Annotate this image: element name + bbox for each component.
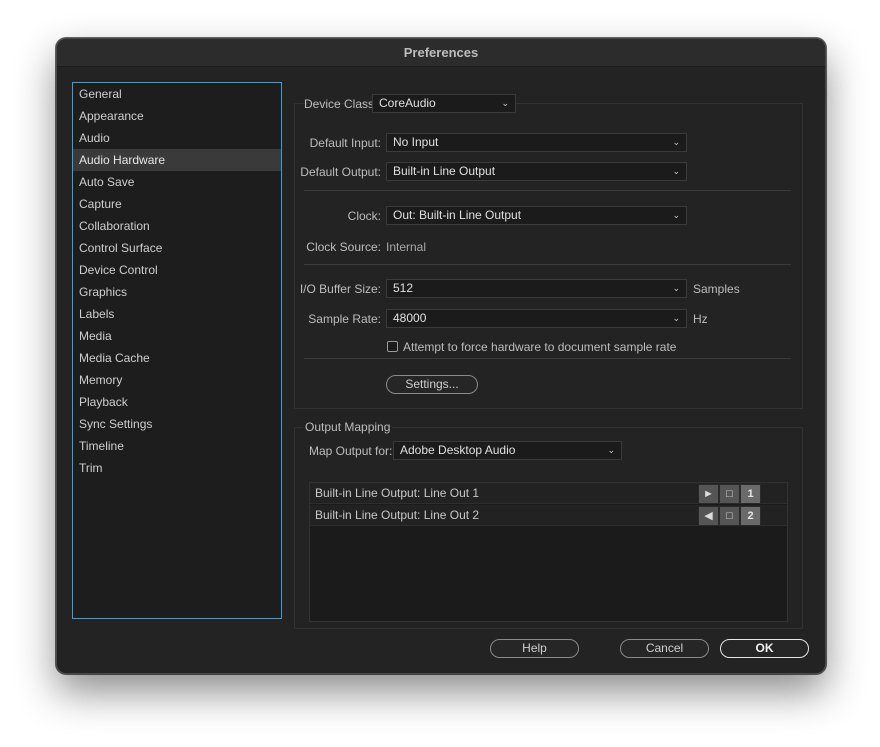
output-mapping-title: Output Mapping	[303, 420, 393, 434]
window-title: Preferences	[57, 39, 825, 67]
device-class-value: CoreAudio	[379, 96, 436, 110]
chevron-down-icon: ⌄	[672, 210, 680, 220]
sidebar-item-labels[interactable]: Labels	[73, 303, 281, 325]
help-button[interactable]: Help	[490, 639, 579, 658]
sidebar-item-media[interactable]: Media	[73, 325, 281, 347]
speaker-left-icon[interactable]: ►	[698, 484, 719, 504]
device-class-label: Device Class:	[304, 97, 378, 111]
output-mapping-list: Built-in Line Output: Line Out 1 ► □ 1 B…	[309, 482, 788, 622]
sample-rate-unit-label: Hz	[693, 312, 708, 326]
sidebar-item-media-cache[interactable]: Media Cache	[73, 347, 281, 369]
sidebar-item-audio[interactable]: Audio	[73, 127, 281, 149]
default-output-select[interactable]: Built-in Line Output ⌄	[386, 162, 687, 181]
chevron-down-icon: ⌄	[672, 137, 680, 147]
chevron-down-icon: ⌄	[672, 313, 680, 323]
sidebar-item-collaboration[interactable]: Collaboration	[73, 215, 281, 237]
sidebar-item-timeline[interactable]: Timeline	[73, 435, 281, 457]
separator	[304, 264, 791, 265]
sidebar-item-general[interactable]: General	[73, 83, 281, 105]
ok-button[interactable]: OK	[720, 639, 809, 658]
channel-box-icon[interactable]: □	[719, 484, 740, 504]
preferences-sidebar: General Appearance Audio Audio Hardware …	[72, 82, 282, 619]
default-input-label: Default Input:	[309, 136, 381, 150]
sidebar-item-device-control[interactable]: Device Control	[73, 259, 281, 281]
chevron-down-icon: ⌄	[672, 166, 680, 176]
chevron-down-icon: ⌄	[501, 98, 509, 108]
sidebar-item-audio-hardware[interactable]: Audio Hardware	[73, 149, 281, 171]
map-output-for-select[interactable]: Adobe Desktop Audio ⌄	[393, 441, 622, 460]
force-sample-rate-checkbox[interactable]	[387, 341, 398, 352]
sidebar-item-auto-save[interactable]: Auto Save	[73, 171, 281, 193]
sample-rate-value: 48000	[393, 311, 427, 325]
device-class-select[interactable]: CoreAudio ⌄	[372, 94, 516, 113]
clock-label: Clock:	[347, 209, 381, 223]
default-output-value: Built-in Line Output	[393, 164, 496, 178]
sidebar-item-graphics[interactable]: Graphics	[73, 281, 281, 303]
sidebar-item-appearance[interactable]: Appearance	[73, 105, 281, 127]
clock-source-value: Internal	[386, 240, 427, 254]
default-input-value: No Input	[393, 135, 439, 149]
buffer-size-value: 512	[393, 281, 414, 295]
sidebar-item-memory[interactable]: Memory	[73, 369, 281, 391]
clock-select[interactable]: Out: Built-in Line Output ⌄	[386, 206, 687, 225]
separator	[304, 358, 791, 359]
clock-source-label: Clock Source:	[306, 240, 381, 254]
channel-number[interactable]: 1	[740, 484, 761, 504]
sidebar-item-trim[interactable]: Trim	[73, 457, 281, 479]
chevron-down-icon: ⌄	[607, 445, 615, 455]
buffer-size-select[interactable]: 512 ⌄	[386, 279, 687, 298]
speaker-right-icon[interactable]: ◀	[698, 506, 719, 526]
settings-button[interactable]: Settings...	[386, 375, 478, 394]
channel-box-icon[interactable]: □	[719, 506, 740, 526]
force-sample-rate-label: Attempt to force hardware to document sa…	[403, 340, 677, 354]
sample-rate-select[interactable]: 48000 ⌄	[386, 309, 687, 328]
buffer-unit-label: Samples	[693, 282, 740, 296]
sidebar-item-capture[interactable]: Capture	[73, 193, 281, 215]
sidebar-item-sync-settings[interactable]: Sync Settings	[73, 413, 281, 435]
channel-number[interactable]: 2	[740, 506, 761, 526]
separator	[304, 190, 791, 191]
default-output-label: Default Output:	[300, 165, 381, 179]
sample-rate-label: Sample Rate:	[308, 312, 381, 326]
mapping-row-label: Built-in Line Output: Line Out 1	[315, 486, 480, 500]
map-output-for-label: Map Output for:	[309, 444, 393, 458]
mapping-row-label: Built-in Line Output: Line Out 2	[315, 508, 480, 522]
default-input-select[interactable]: No Input ⌄	[386, 133, 687, 152]
sidebar-item-control-surface[interactable]: Control Surface	[73, 237, 281, 259]
preferences-window: Preferences General Appearance Audio Aud…	[56, 38, 826, 674]
sidebar-item-playback[interactable]: Playback	[73, 391, 281, 413]
cancel-button[interactable]: Cancel	[620, 639, 709, 658]
buffer-size-label: I/O Buffer Size:	[299, 282, 381, 296]
map-output-for-value: Adobe Desktop Audio	[400, 443, 516, 457]
chevron-down-icon: ⌄	[672, 283, 680, 293]
clock-value: Out: Built-in Line Output	[393, 208, 522, 222]
